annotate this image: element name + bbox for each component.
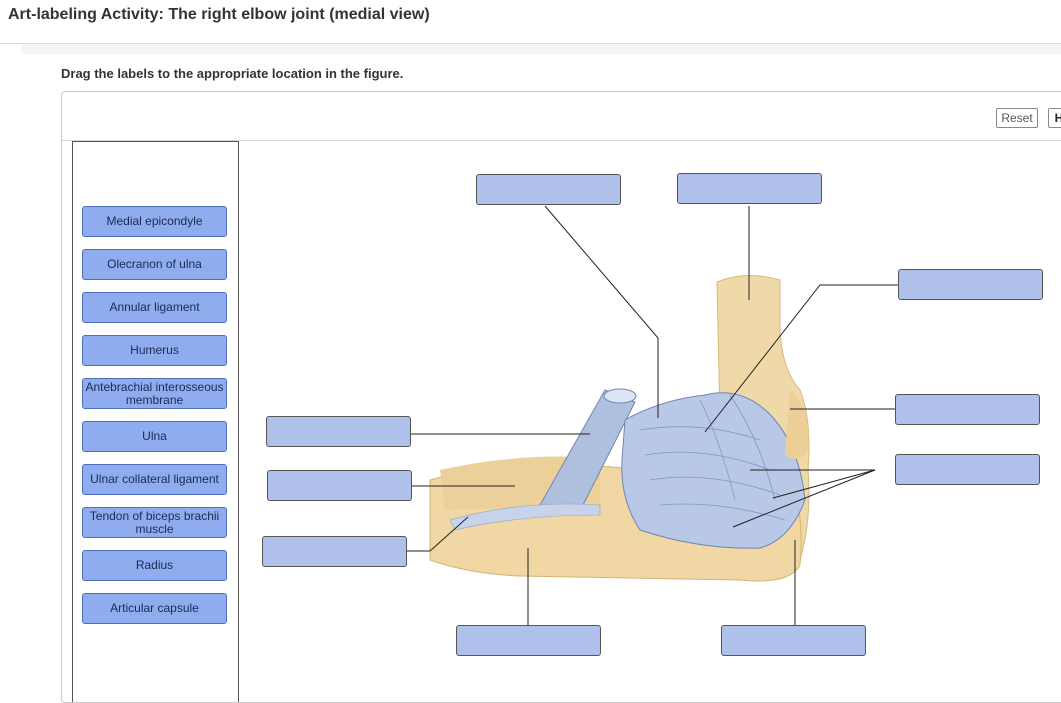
drop-target-right-3[interactable] bbox=[895, 454, 1040, 485]
drop-target-left-1[interactable] bbox=[266, 416, 411, 447]
drop-target-top-right[interactable] bbox=[677, 173, 822, 204]
drop-target-bottom-left[interactable] bbox=[456, 625, 601, 656]
drop-target-right-2[interactable] bbox=[895, 394, 1040, 425]
drop-target-top-left[interactable] bbox=[476, 174, 621, 205]
drop-target-right-1[interactable] bbox=[898, 269, 1043, 300]
drop-target-left-3[interactable] bbox=[262, 536, 407, 567]
drop-target-bottom-right[interactable] bbox=[721, 625, 866, 656]
elbow-illustration bbox=[407, 205, 898, 626]
drop-target-left-2[interactable] bbox=[267, 470, 412, 501]
